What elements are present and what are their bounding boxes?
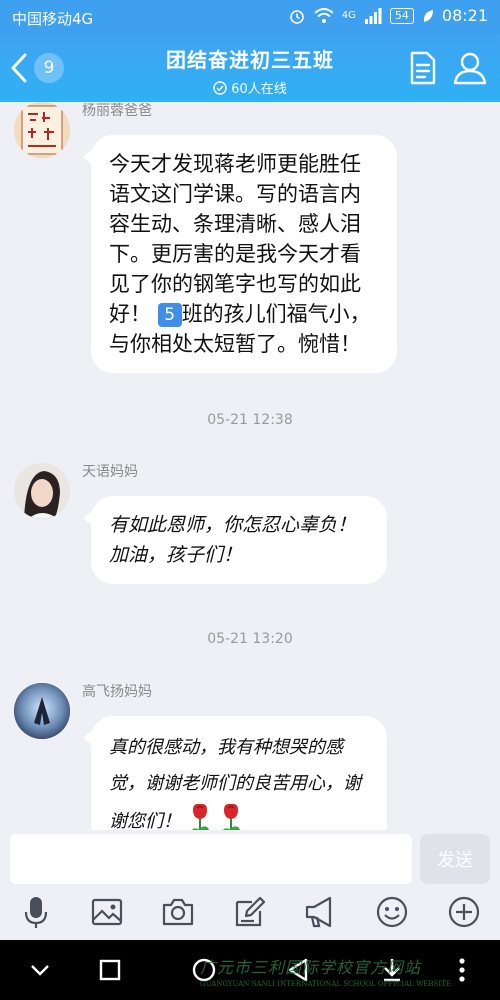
- message-text: 今天才发现蒋老师更能胜任语文这门学课。写的语言内容生动、条理清晰、感人泪下。更厉…: [109, 152, 361, 326]
- recents-icon[interactable]: [94, 954, 126, 986]
- collapse-icon[interactable]: [24, 954, 56, 986]
- number-emoji: 5: [157, 303, 182, 327]
- image-button[interactable]: [87, 892, 127, 932]
- verified-icon: [213, 80, 227, 95]
- rose-icon: [223, 803, 241, 830]
- carrier-label: 中国移动4G: [12, 10, 94, 28]
- mic-icon: [24, 897, 48, 928]
- composer: 发送: [0, 830, 500, 940]
- message-bubble[interactable]: 有如此恩师，你怎忍心辜负！加油，孩子们！: [83, 496, 387, 584]
- signal-icon: [364, 7, 382, 24]
- megaphone-icon: [305, 896, 332, 928]
- battery-indicator: 54: [389, 7, 414, 24]
- send-button[interactable]: 发送: [420, 834, 490, 884]
- status-bar: 中国移动4G 4G 54 08:21: [0, 0, 500, 34]
- wifi-icon: [314, 7, 334, 23]
- chat-header: 9 团结奋进初三五班 60人在线: [0, 34, 500, 102]
- edit-icon: [235, 896, 266, 927]
- more-button[interactable]: [444, 892, 484, 932]
- chat-title-area[interactable]: 团结奋进初三五班 60人在线: [110, 44, 390, 97]
- camera-icon: [162, 898, 194, 926]
- timestamp: 05-21 13:20: [207, 631, 293, 647]
- composer-toolbar: [0, 892, 500, 932]
- network-type-label: 4G: [341, 10, 356, 21]
- unread-count-badge: 9: [34, 53, 64, 83]
- image-icon: [91, 898, 123, 926]
- sender-name: 杨丽蓉爸爸: [82, 103, 152, 119]
- avatar[interactable]: [14, 463, 70, 519]
- edit-button[interactable]: [229, 892, 269, 932]
- online-count-label: 60人在线: [231, 82, 287, 97]
- message-list[interactable]: 杨丽蓉爸爸 今天才发现蒋老师更能胜任语文这门学课。写的语言内容生动、条理清晰、感…: [0, 102, 500, 830]
- watermark-subtext: GUANGYUAN SANLI INTERNATIONAL SCHOOL OFF…: [200, 980, 451, 988]
- camera-button[interactable]: [158, 892, 198, 932]
- message-bubble[interactable]: 真的很感动，我有种想哭的感觉，谢谢老师们的良苦用心，谢谢您们！: [83, 716, 387, 830]
- leaf-icon: [423, 9, 433, 22]
- praying-hands-avatar-image: [14, 683, 70, 739]
- watermark: 广元市三利国际学校官方网站 GUANGYUAN SANLI INTERNATIO…: [200, 954, 451, 988]
- message-bubble[interactable]: 今天才发现蒋老师更能胜任语文这门学课。写的语言内容生动、条理清晰、感人泪下。更厉…: [83, 135, 397, 373]
- watermark-text: 广元市三利国际学校官方网站: [200, 958, 422, 977]
- message-input[interactable]: [10, 834, 412, 884]
- message-text: 有如此恩师，你怎忍心辜负！加油，孩子们！: [109, 514, 357, 566]
- voice-button[interactable]: [16, 892, 56, 932]
- announcement-button[interactable]: [300, 892, 340, 932]
- avatar[interactable]: [14, 683, 70, 739]
- plus-icon: [448, 896, 480, 928]
- back-button[interactable]: 9: [8, 50, 68, 86]
- calligraphy-avatar-image: [14, 102, 70, 158]
- avatar[interactable]: [14, 102, 70, 158]
- sender-name: 天语妈妈: [82, 464, 138, 480]
- emoji-icon: [376, 896, 408, 928]
- system-nav-bar: 广元市三利国际学校官方网站 GUANGYUAN SANLI INTERNATIO…: [0, 940, 500, 1000]
- emoji-button[interactable]: [372, 892, 412, 932]
- group-members-icon[interactable]: [452, 50, 488, 86]
- group-doc-icon[interactable]: [404, 50, 440, 86]
- rose-icon: [191, 803, 209, 830]
- clock: 08:21: [441, 6, 488, 25]
- timestamp: 05-21 12:38: [207, 412, 293, 428]
- portrait-avatar-image: [14, 463, 70, 519]
- back-icon: [11, 53, 27, 83]
- online-count: 60人在线: [110, 78, 390, 97]
- alarm-icon: [289, 9, 304, 24]
- sender-name: 高飞扬妈妈: [82, 684, 152, 700]
- status-icons: 4G 54 08:21: [288, 6, 488, 25]
- group-title: 团结奋进初三五班: [166, 48, 334, 72]
